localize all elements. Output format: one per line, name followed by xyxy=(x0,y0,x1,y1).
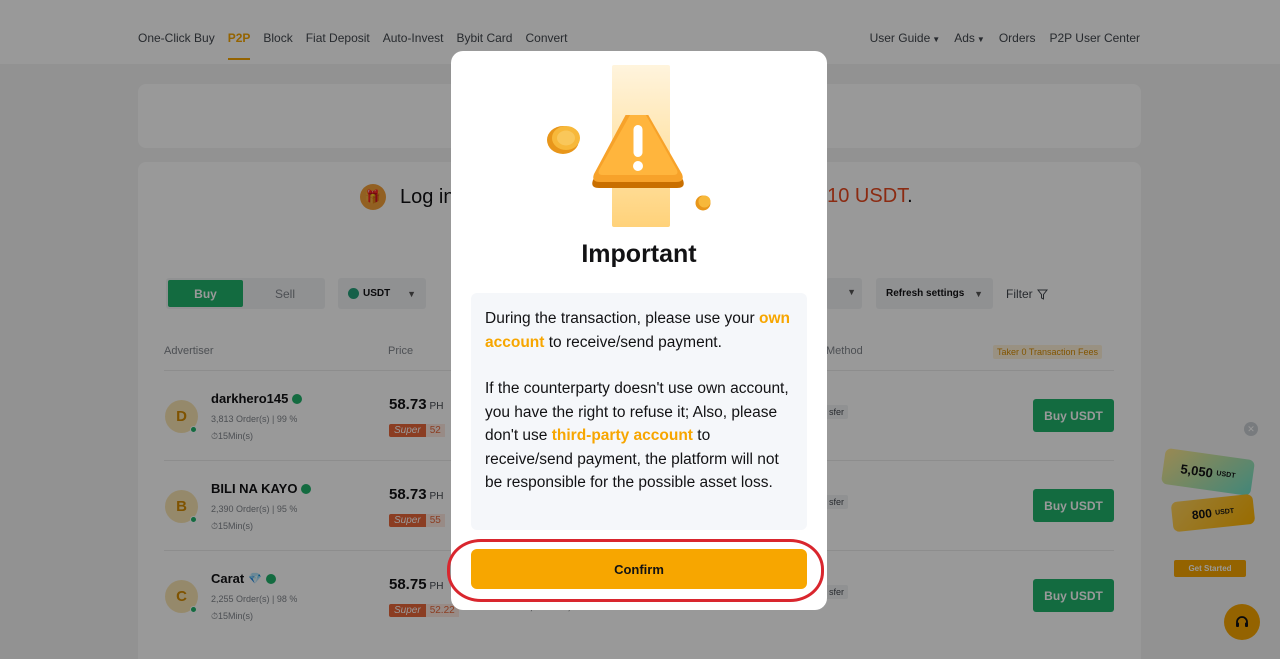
coin-icon xyxy=(695,195,711,211)
msg-highlight-third-party: third-party account xyxy=(551,427,693,444)
warning-icon xyxy=(547,115,711,211)
msg-text: to receive/send payment. xyxy=(544,333,722,351)
important-modal: Important During the transaction, please… xyxy=(451,51,827,610)
msg-text: During the transaction, please use your xyxy=(485,310,759,327)
message-paragraph-1: During the transaction, please use your … xyxy=(485,307,793,354)
modal-title: Important xyxy=(581,240,697,268)
modal-message-box: During the transaction, please use your … xyxy=(471,293,807,530)
message-paragraph-2: If the counterparty doesn't use own acco… xyxy=(485,377,793,495)
confirm-button[interactable]: Confirm xyxy=(471,549,807,589)
coin-icon xyxy=(547,126,580,154)
